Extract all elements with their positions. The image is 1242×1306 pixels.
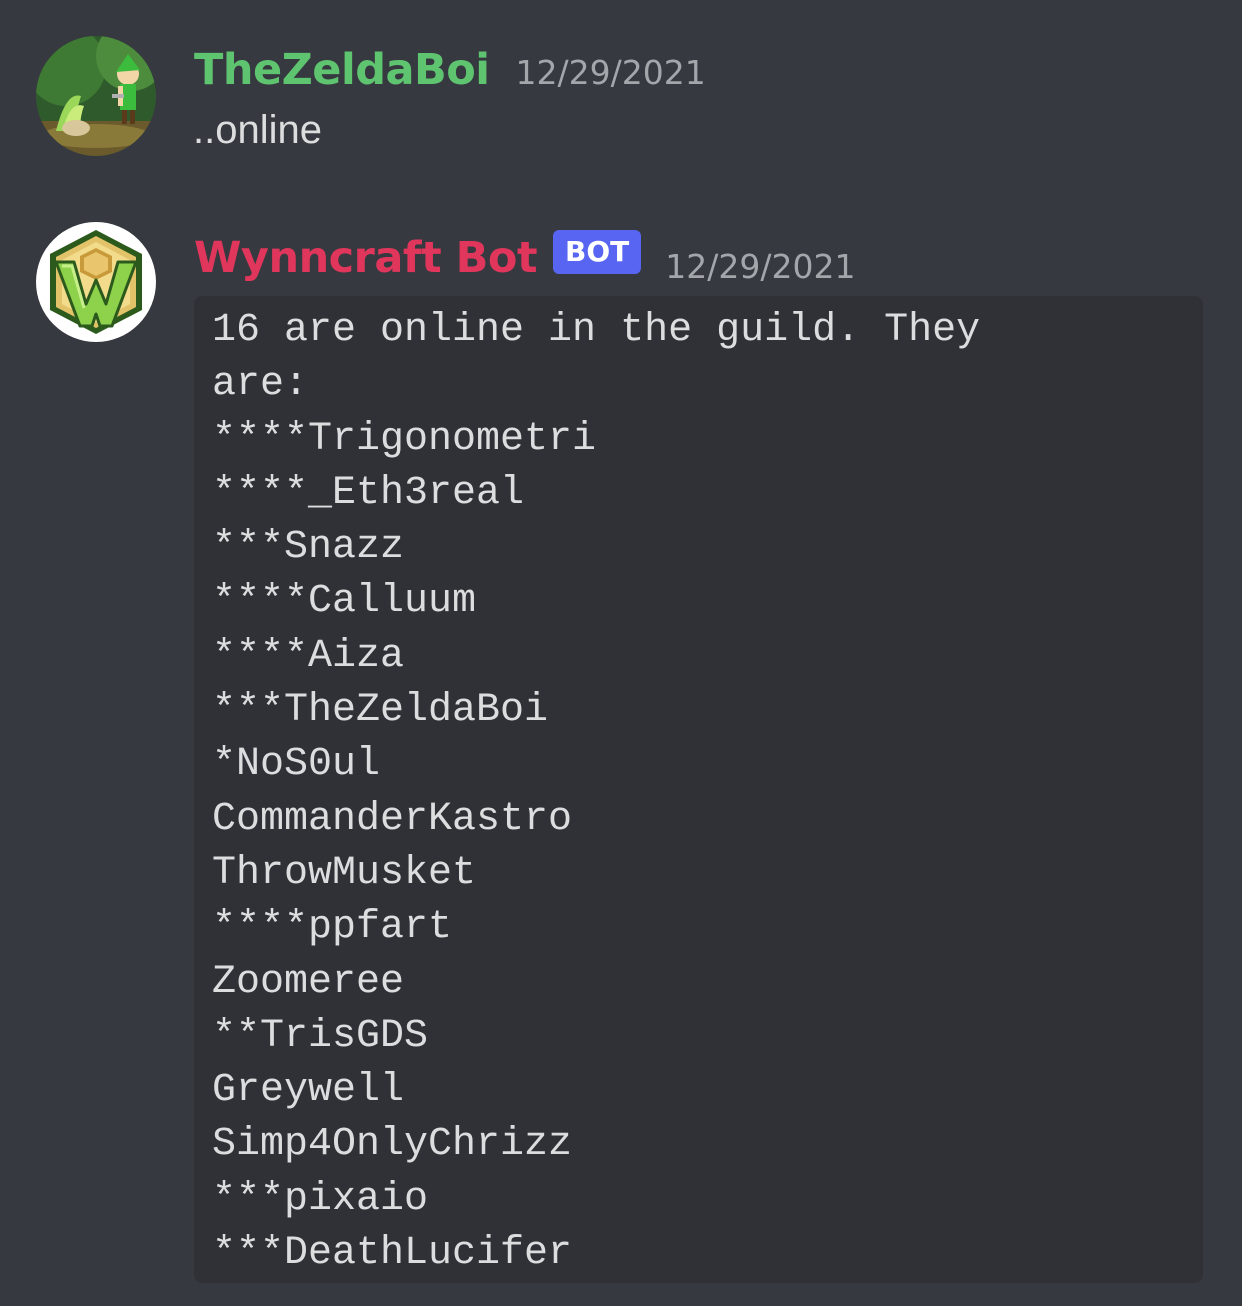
code-line: 16 are online in the guild. They [212,308,981,353]
code-line: **TrisGDS [212,1013,429,1059]
timestamp: 12/29/2021 [515,52,706,92]
code-line: ****Trigonometri [212,416,597,462]
code-line: ***TheZeldaBoi [212,688,549,734]
code-line: ThrowMusket [212,850,477,896]
code-line: ***Snazz [212,525,405,571]
code-line: ****Calluum [212,579,477,625]
message-text: ..online [193,108,322,152]
code-line: ****_Eth3real [212,470,525,516]
wynncraft-logo-icon [36,222,156,342]
user-avatar[interactable] [36,36,156,156]
code-line: CommanderKastro [212,796,573,842]
code-line: Zoomeree [212,959,405,1005]
code-line: ****Aiza [212,633,405,679]
code-line: ***pixaio [212,1176,429,1222]
code-line: ****ppfart [212,905,453,951]
code-line: are: [212,362,309,408]
code-line: ***DeathLucifer [212,1231,573,1277]
timestamp: 12/29/2021 [665,246,856,286]
username[interactable]: Wynncraft Bot [194,233,538,283]
message-header: TheZeldaBoi 12/29/2021 [194,42,706,98]
message-header: Wynncraft Bot BOT 12/29/2021 [194,230,855,286]
bot-badge: BOT [553,230,642,274]
zelda-avatar-icon [36,36,156,156]
code-block-content: 16 are online in the guild. They are: ****… [212,304,1185,1281]
message-thezeldaboi: TheZeldaBoi 12/29/2021 ..online [0,0,1242,200]
code-line: Greywell [212,1068,405,1114]
code-block: 16 are online in the guild. They are: ****… [194,296,1203,1283]
username[interactable]: TheZeldaBoi [194,45,490,95]
code-line: *NoS0ul [212,742,381,788]
bot-avatar[interactable] [36,222,156,342]
message-wynncraft-bot: Wynncraft Bot BOT 12/29/2021 16 are onli… [0,200,1242,1306]
code-line: Simp4OnlyChrizz [212,1122,573,1168]
